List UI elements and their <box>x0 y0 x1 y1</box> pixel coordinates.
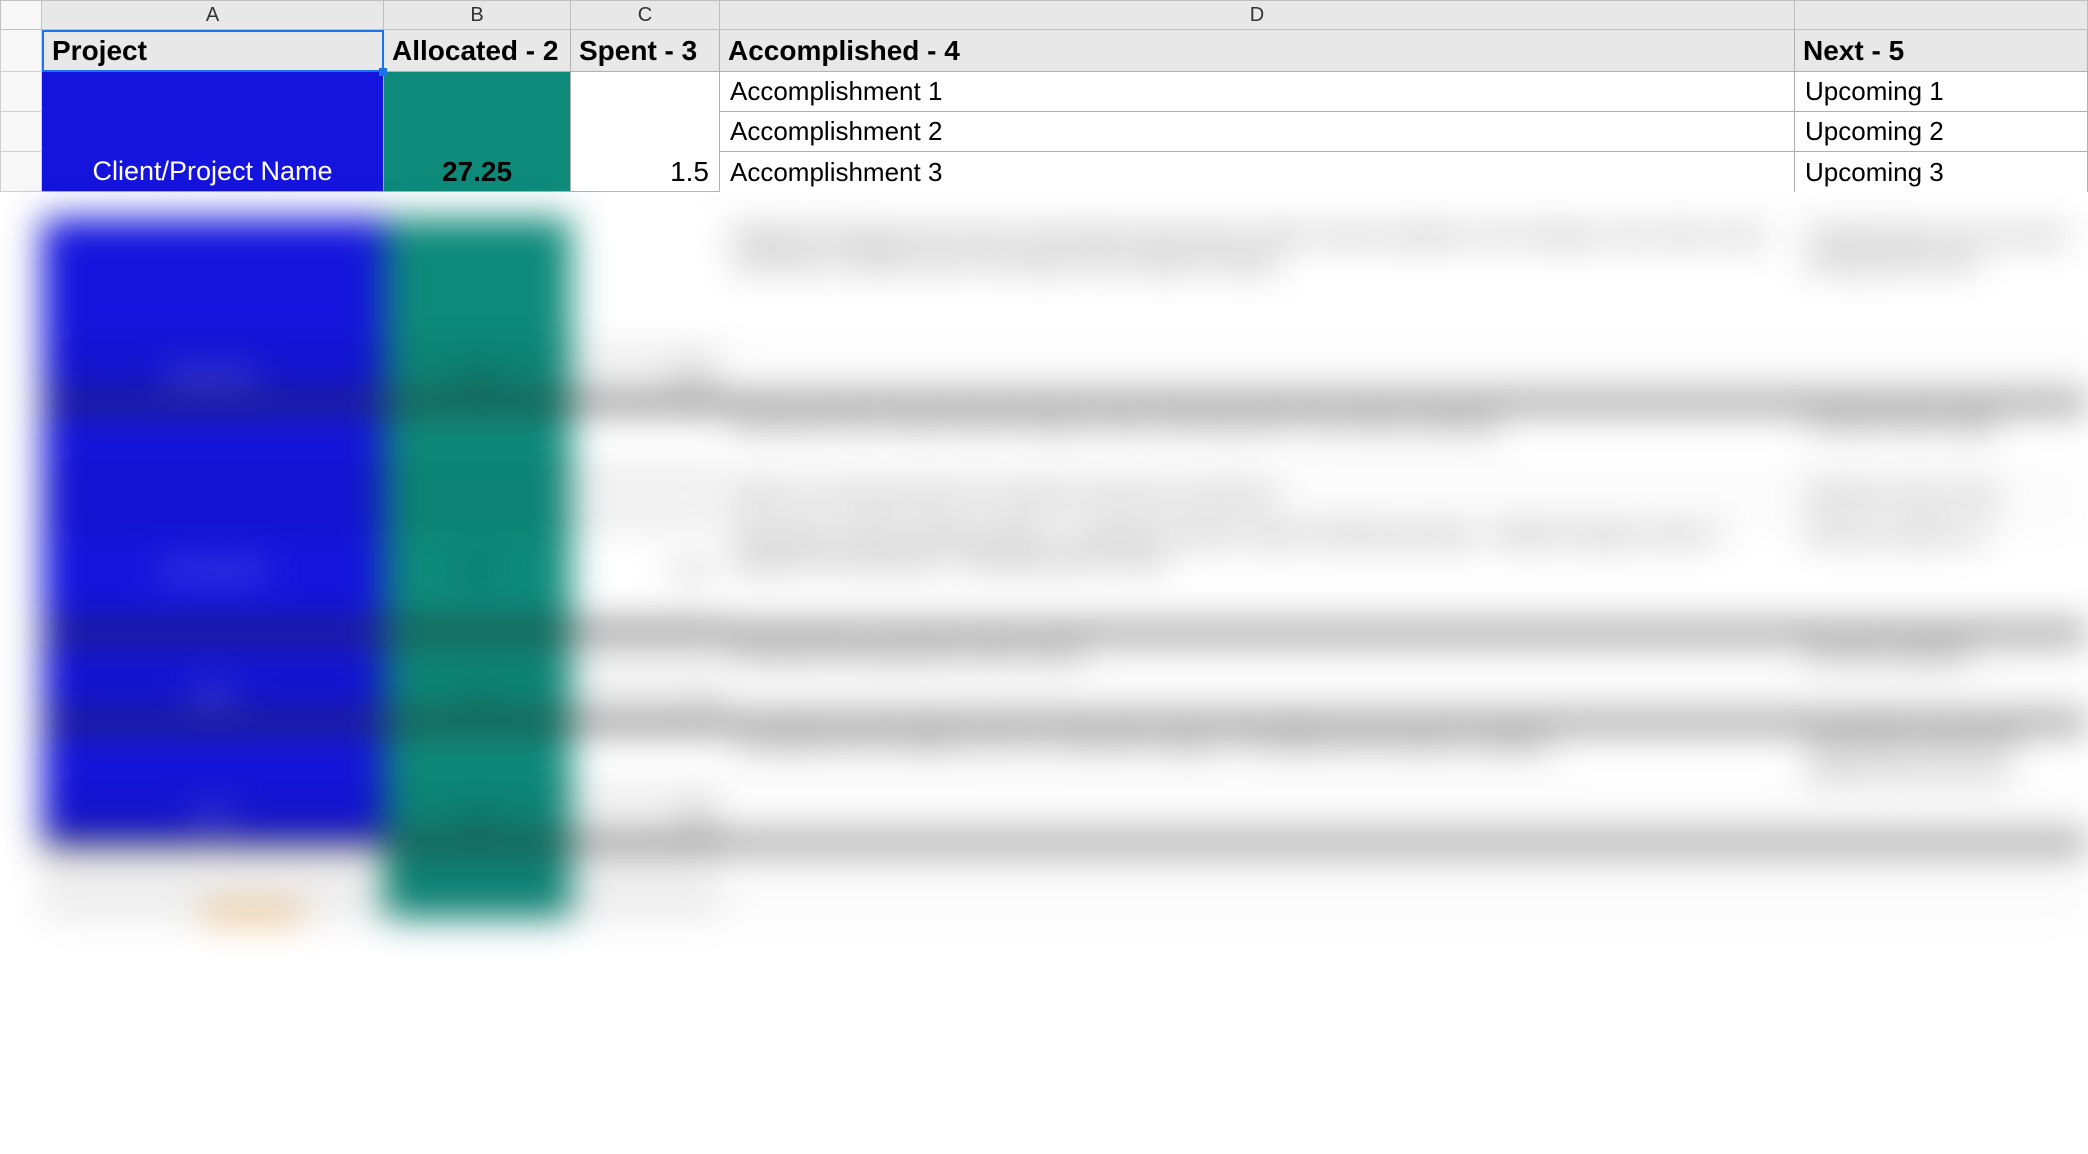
data-row-1: Accomplishment 1 Upcoming 1 <box>0 72 2088 112</box>
cell-allocated-merged[interactable] <box>384 72 571 112</box>
cell-accomplishment-1[interactable]: Accomplishment 1 <box>720 72 1795 112</box>
column-headers-row: A B C D <box>0 0 2088 30</box>
header-row: Project Allocated - 2 Spent - 3 Accompli… <box>0 30 2088 72</box>
cell-upcoming-1[interactable]: Upcoming 1 <box>1795 72 2088 112</box>
cell-allocated-merged[interactable] <box>384 112 571 152</box>
cell-accomplishment-2[interactable]: Accomplishment 2 <box>720 112 1795 152</box>
select-all-corner[interactable] <box>0 0 42 30</box>
blurred-content: Merged old blog into the dev environment… <box>42 218 2088 918</box>
cell-upcoming-2[interactable]: Upcoming 2 <box>1795 112 2088 152</box>
column-header-a[interactable]: A <box>42 0 384 30</box>
cell-allocated-header[interactable]: Allocated - 2 <box>384 30 571 72</box>
row-header-2[interactable] <box>0 72 42 112</box>
column-header-d[interactable]: D <box>720 0 1795 30</box>
row-header-1[interactable] <box>0 30 42 72</box>
cell-project-name[interactable]: Client/Project Name <box>42 152 384 192</box>
cell-accomplishment-3[interactable]: Accomplishment 3 <box>720 152 1795 192</box>
cell-project-merged[interactable] <box>42 72 384 112</box>
cell-project-header[interactable]: Project <box>42 30 384 72</box>
cell-spent-merged[interactable] <box>571 72 720 112</box>
cell-upcoming-3[interactable]: Upcoming 3 <box>1795 152 2088 192</box>
spreadsheet: A B C D Project Allocated - 2 Spent - 3 … <box>0 0 2088 192</box>
selection-handle[interactable] <box>379 68 387 76</box>
cell-allocated-value[interactable]: 27.25 <box>384 152 571 192</box>
row-header-4[interactable] <box>0 152 42 192</box>
cell-spent-merged[interactable] <box>571 112 720 152</box>
row-header-3[interactable] <box>0 112 42 152</box>
data-row-2: Accomplishment 2 Upcoming 2 <box>0 112 2088 152</box>
column-header-c[interactable]: C <box>571 0 720 30</box>
cell-project-merged[interactable] <box>42 112 384 152</box>
data-row-3: Client/Project Name 27.25 1.5 Accomplish… <box>0 152 2088 192</box>
column-header-e[interactable] <box>1795 0 2088 30</box>
cell-next-header[interactable]: Next - 5 <box>1795 30 2088 72</box>
cell-spent-value[interactable]: 1.5 <box>571 152 720 192</box>
cell-spent-header[interactable]: Spent - 3 <box>571 30 720 72</box>
cell-accomplished-header[interactable]: Accomplished - 4 <box>720 30 1795 72</box>
column-header-b[interactable]: B <box>384 0 571 30</box>
